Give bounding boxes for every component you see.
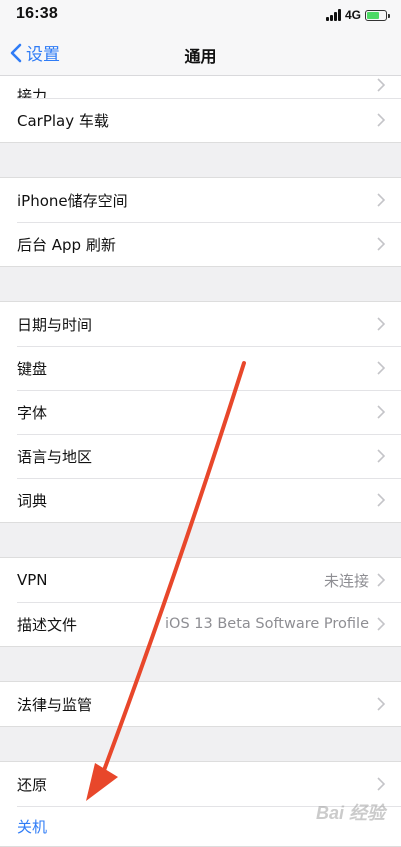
chevron-right-icon	[377, 493, 385, 507]
settings-row-fonts[interactable]: 字体	[0, 390, 401, 434]
cellular-signal-icon	[325, 9, 341, 21]
status-indicators: 4G	[325, 7, 390, 23]
row-label-keyboard: 键盘	[17, 359, 48, 378]
settings-row-profile[interactable]: 描述文件 iOS 13 Beta Software Profile	[0, 602, 401, 646]
navigation-bar: 设置 通用	[0, 30, 401, 76]
settings-row-handoff[interactable]: 接力	[0, 76, 401, 98]
chevron-right-icon	[377, 317, 385, 331]
status-bar: 16:38 4G	[0, 0, 401, 30]
row-label-background-refresh: 后台 App 刷新	[17, 235, 116, 254]
row-label-legal: 法律与监管	[17, 695, 93, 714]
row-label-profile: 描述文件	[17, 615, 78, 634]
row-label-dictionary: 词典	[17, 491, 48, 510]
settings-row-keyboard[interactable]: 键盘	[0, 346, 401, 390]
network-type: 4G	[344, 8, 361, 22]
shutdown-button[interactable]: 关机	[17, 816, 47, 837]
chevron-right-icon	[377, 617, 385, 631]
settings-row-vpn[interactable]: VPN 未连接	[0, 558, 401, 602]
settings-list: 接力 CarPlay 车载 iPhone储存空间 后台 App 刷新 日期与时间…	[0, 76, 401, 847]
section-gap	[0, 647, 401, 681]
section-storage: iPhone储存空间 后台 App 刷新	[0, 177, 401, 267]
status-time: 16:38	[16, 5, 58, 22]
settings-row-language-region[interactable]: 语言与地区	[0, 434, 401, 478]
row-label-handoff: 接力	[17, 87, 48, 98]
settings-row-carplay[interactable]: CarPlay 车载	[0, 98, 401, 142]
settings-row-legal[interactable]: 法律与监管	[0, 682, 401, 726]
chevron-right-icon	[377, 193, 385, 207]
row-label-carplay: CarPlay 车载	[17, 111, 109, 130]
section-gap	[0, 727, 401, 761]
chevron-right-icon	[377, 573, 385, 587]
settings-row-dictionary[interactable]: 词典	[0, 478, 401, 522]
vpn-status: 未连接	[323, 571, 369, 590]
section-datetime: 日期与时间 键盘 字体 语言与地区 词典	[0, 301, 401, 523]
section-gap	[0, 523, 401, 557]
row-label-date-time: 日期与时间	[17, 315, 93, 334]
settings-row-iphone-storage[interactable]: iPhone储存空间	[0, 178, 401, 222]
section-network: VPN 未连接 描述文件 iOS 13 Beta Software Profil…	[0, 557, 401, 647]
row-label-fonts: 字体	[17, 403, 48, 422]
page-title: 通用	[184, 47, 217, 66]
section-legal: 法律与监管	[0, 681, 401, 727]
chevron-right-icon	[377, 449, 385, 463]
watermark-logo: Bai 经验	[315, 803, 385, 823]
settings-row-background-refresh[interactable]: 后台 App 刷新	[0, 222, 401, 266]
chevron-right-icon	[377, 697, 385, 711]
settings-row-date-time[interactable]: 日期与时间	[0, 302, 401, 346]
chevron-right-icon	[377, 361, 385, 375]
chevron-right-icon	[377, 113, 385, 127]
row-label-iphone-storage: iPhone储存空间	[17, 191, 128, 210]
section-gap	[0, 267, 401, 301]
section-gap	[0, 143, 401, 177]
profile-value: iOS 13 Beta Software Profile	[165, 616, 369, 632]
row-label-language-region: 语言与地区	[17, 447, 93, 466]
row-label-vpn: VPN	[17, 571, 48, 589]
row-label-reset: 还原	[17, 775, 48, 794]
section-handoff-carplay: 接力 CarPlay 车载	[0, 76, 401, 143]
chevron-right-icon	[377, 78, 385, 92]
chevron-right-icon	[377, 777, 385, 791]
battery-icon	[365, 9, 390, 21]
chevron-right-icon	[377, 405, 385, 419]
chevron-right-icon	[377, 237, 385, 251]
